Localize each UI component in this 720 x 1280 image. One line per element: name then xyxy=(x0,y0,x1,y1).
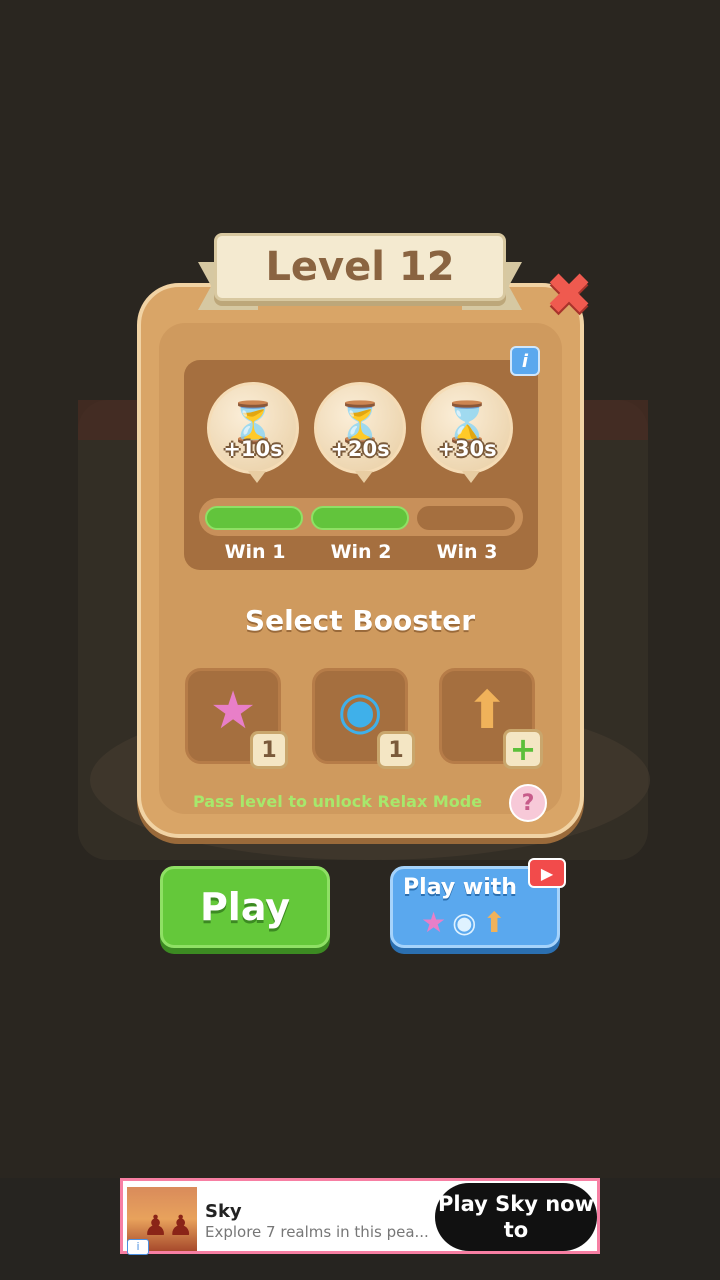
progress-segment-2 xyxy=(311,506,409,530)
box-arrow-up-icon: ⬆ xyxy=(465,680,509,741)
ad-title: Sky xyxy=(205,1201,242,1222)
level-title: Level 12 xyxy=(265,244,455,290)
win-label-1: Win 1 xyxy=(224,541,286,563)
booster-count-badge: 1 xyxy=(250,731,288,769)
ad-banner[interactable]: ♟♟ i Sky Explore 7 realms in this pea...… xyxy=(120,1178,600,1255)
ad-thumbnail: ♟♟ i xyxy=(127,1187,197,1255)
reward-label: +20s xyxy=(330,437,390,461)
help-button[interactable]: ? xyxy=(509,784,547,822)
info-button[interactable]: i xyxy=(510,346,540,376)
close-button[interactable]: ✖ xyxy=(544,260,594,328)
progress-segment-3 xyxy=(417,506,515,530)
booster-count-badge: 1 xyxy=(377,731,415,769)
reward-1: ⏳ +10s xyxy=(207,382,299,483)
ad-cta-button[interactable]: Play Sky now to xyxy=(435,1183,597,1251)
play-with-boosters: ★ ◉ ⬆ xyxy=(421,907,506,939)
play-with-label: Play with xyxy=(403,875,517,900)
add-booster-button[interactable]: + xyxy=(503,729,543,769)
video-ad-icon: ▶ xyxy=(528,858,566,888)
ad-description: Explore 7 realms in this pea... xyxy=(205,1223,429,1241)
reward-3: ⌛ +30s xyxy=(421,382,513,483)
level-banner: Level 12 xyxy=(214,233,506,301)
clock-check-icon: ◉ xyxy=(452,906,477,939)
box-arrow-up-icon: ⬆ xyxy=(482,906,507,939)
magic-wand-icon: ★ xyxy=(421,906,447,939)
progress-segment-1 xyxy=(205,506,303,530)
reward-label: +30s xyxy=(437,437,497,461)
play-button-label: Play xyxy=(199,885,291,929)
select-booster-heading: Select Booster xyxy=(244,604,476,637)
relax-mode-message: Pass level to unlock Relax Mode xyxy=(192,792,483,811)
ad-info-icon[interactable]: i xyxy=(127,1239,149,1255)
clock-check-icon: ◉ xyxy=(337,680,383,741)
magic-wand-icon: ★ xyxy=(209,680,257,741)
reward-label: +10s xyxy=(223,437,283,461)
win-label-3: Win 3 xyxy=(436,541,498,563)
ad-figures-icon: ♟♟ xyxy=(143,1209,194,1242)
close-icon: ✖ xyxy=(544,260,594,328)
win-label-2: Win 2 xyxy=(330,541,392,563)
reward-2: ⏳ +20s xyxy=(314,382,406,483)
play-button[interactable]: Play xyxy=(160,866,330,948)
